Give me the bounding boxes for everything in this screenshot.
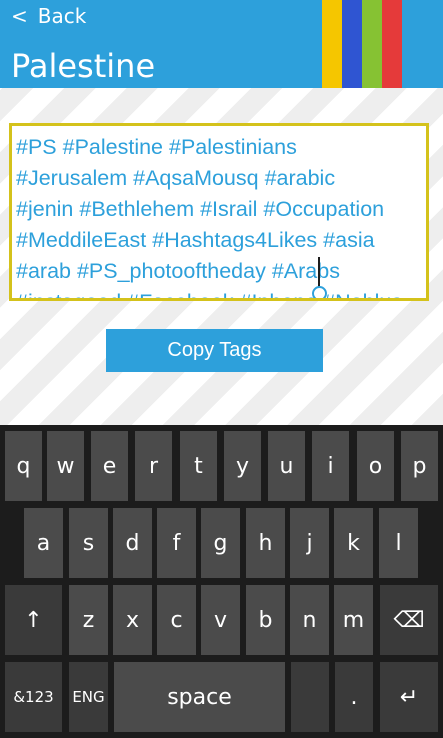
content-area: #PS #Palestine #Palestinians #Jerusalem …	[0, 88, 443, 425]
key-y[interactable]: y	[224, 431, 261, 501]
key-u[interactable]: u	[268, 431, 305, 501]
period-key[interactable]: .	[335, 662, 373, 732]
key-s[interactable]: s	[69, 508, 108, 578]
space-key[interactable]: space	[114, 662, 285, 732]
back-button[interactable]: < Back	[11, 2, 86, 30]
hashtag-textbox[interactable]: #PS #Palestine #Palestinians #Jerusalem …	[9, 123, 429, 301]
brand-stripes	[322, 0, 402, 88]
backspace-key[interactable]: ⌫	[380, 585, 438, 655]
key-l[interactable]: l	[379, 508, 418, 578]
key-a[interactable]: a	[24, 508, 63, 578]
key-i[interactable]: i	[312, 431, 349, 501]
tag-line: #jenin #Bethlehem #Israil #Occupation	[16, 197, 385, 221]
hashtag-text[interactable]: #PS #Palestine #Palestinians #Jerusalem …	[16, 132, 426, 298]
key-d[interactable]: d	[113, 508, 152, 578]
key-w[interactable]: w	[47, 431, 84, 501]
onscreen-keyboard: q w e r t y u i o p a s d f g h j k l ↑ …	[0, 425, 443, 738]
shift-icon: ↑	[24, 607, 43, 633]
back-label: Back	[37, 4, 87, 28]
key-h[interactable]: h	[246, 508, 285, 578]
key-x[interactable]: x	[113, 585, 152, 655]
app-header: < Back Palestine	[0, 0, 443, 88]
stripe-blue	[342, 0, 362, 88]
tag-line: #instagood #Facebook #Iphone #Nablus	[16, 287, 426, 298]
key-e[interactable]: e	[91, 431, 128, 501]
stripe-red	[382, 0, 402, 88]
tag-line: #PS #Palestine #Palestinians	[16, 135, 297, 159]
key-k[interactable]: k	[334, 508, 373, 578]
key-b[interactable]: b	[246, 585, 285, 655]
key-c[interactable]: c	[157, 585, 196, 655]
text-caret	[318, 257, 320, 287]
key-n[interactable]: n	[290, 585, 329, 655]
tag-line: #Jerusalem #AqsaMousq #arabic	[16, 166, 336, 190]
key-v[interactable]: v	[201, 585, 240, 655]
key-p[interactable]: p	[401, 431, 438, 501]
placeholder-key[interactable]	[291, 662, 329, 732]
key-o[interactable]: o	[357, 431, 394, 501]
caret-handle[interactable]	[312, 286, 327, 298]
stripe-yellow	[322, 0, 342, 88]
symbols-key[interactable]: &123	[5, 662, 62, 732]
backspace-icon: ⌫	[393, 607, 425, 633]
key-m[interactable]: m	[334, 585, 373, 655]
key-g[interactable]: g	[201, 508, 240, 578]
page-title: Palestine	[11, 47, 156, 85]
key-j[interactable]: j	[290, 508, 329, 578]
key-f[interactable]: f	[157, 508, 196, 578]
tag-line: #arab #PS_photooftheday #Arabs	[16, 259, 340, 283]
copy-tags-button[interactable]: Copy Tags	[106, 329, 323, 372]
key-r[interactable]: r	[135, 431, 172, 501]
key-t[interactable]: t	[180, 431, 217, 501]
enter-key[interactable]: ↵	[380, 662, 438, 732]
shift-key[interactable]: ↑	[5, 585, 62, 655]
key-q[interactable]: q	[5, 431, 42, 501]
stripe-green	[362, 0, 382, 88]
language-key[interactable]: ENG	[69, 662, 108, 732]
key-z[interactable]: z	[69, 585, 108, 655]
enter-icon: ↵	[399, 684, 419, 710]
chevron-left-icon: <	[11, 4, 28, 28]
tag-line: #MeddileEast #Hashtags4Likes #asia	[16, 228, 375, 252]
